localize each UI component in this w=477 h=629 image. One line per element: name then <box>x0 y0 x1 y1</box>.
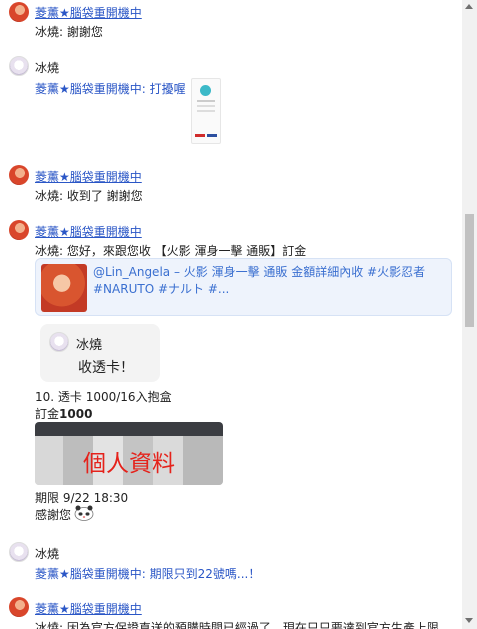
message-text: 冰燒: 您好，來跟您收 【火影 渾身一擊 通販】訂金 <box>35 244 307 258</box>
check-icon <box>200 85 211 96</box>
screenshot-thumbnail[interactable] <box>191 78 221 144</box>
deposit-label: 訂金 <box>35 407 60 421</box>
panda-sticker-icon <box>74 505 94 521</box>
message-text: 冰燒: 收到了 謝謝您 <box>35 189 143 203</box>
link-preview-tags: #NARUTO #ナルト #... <box>93 282 230 296</box>
avatar[interactable] <box>9 220 29 240</box>
scrollbar-thumb[interactable] <box>465 214 474 327</box>
sender-name-link[interactable]: 菱薰★腦袋重開機中 <box>35 170 142 184</box>
chat-thread: 菱薰★腦袋重開機中 冰燒: 謝謝您 冰燒 菱薰★腦袋重開機中: 打擾喔 菱薰★腦… <box>0 0 462 629</box>
message-text: 菱薰★腦袋重開機中: 期限只到22號嗎...！ <box>35 567 261 581</box>
sender-name: 冰燒 <box>35 547 60 561</box>
order-line: 10. 透卡 1000/16入抱盒 <box>35 390 172 404</box>
scroll-up-arrow-icon[interactable] <box>465 4 473 9</box>
link-preview-title: @Lin_Angela – 火影 渾身一擊 通販 金額詳細內收 #火影忍者 <box>93 265 426 279</box>
image-overlay-text: 個人資料 <box>83 451 175 477</box>
sender-name-link[interactable]: 菱薰★腦袋重開機中 <box>35 225 142 239</box>
sender-name-link[interactable]: 菱薰★腦袋重開機中 <box>35 602 142 616</box>
link-preview-thumbnail <box>41 264 87 312</box>
avatar[interactable] <box>9 165 29 185</box>
thanks-text: 感謝您 <box>35 508 72 522</box>
sender-name-link[interactable]: 菱薰★腦袋重開機中 <box>35 6 142 20</box>
scroll-down-arrow-icon[interactable] <box>465 618 473 623</box>
quoted-sender-name: 冰燒 <box>76 338 103 353</box>
message-text: 冰燒: 謝謝您 <box>35 25 103 39</box>
message-text: 菱薰★腦袋重開機中: 打擾喔 <box>35 82 186 96</box>
deadline-text: 期限 9/22 18:30 <box>35 491 129 505</box>
avatar[interactable] <box>9 56 29 76</box>
link-preview-card[interactable]: @Lin_Angela – 火影 渾身一擊 通販 金額詳細內收 #火影忍者 #N… <box>35 258 452 316</box>
censored-image[interactable]: 個人資料 <box>35 422 223 485</box>
quoted-message[interactable]: 冰燒 收透卡！ <box>40 324 160 382</box>
vertical-scrollbar[interactable] <box>462 0 477 629</box>
message-text: 冰燒: 因為官方保證直送的預購時間已經過了，現在只只要達到官方生產上限 <box>35 621 439 629</box>
deposit-value: 1000 <box>59 407 93 421</box>
quoted-text: 收透卡！ <box>78 360 134 376</box>
avatar[interactable] <box>9 2 29 22</box>
avatar <box>49 332 69 352</box>
sender-name: 冰燒 <box>35 61 60 75</box>
avatar[interactable] <box>9 597 29 617</box>
avatar[interactable] <box>9 542 29 562</box>
